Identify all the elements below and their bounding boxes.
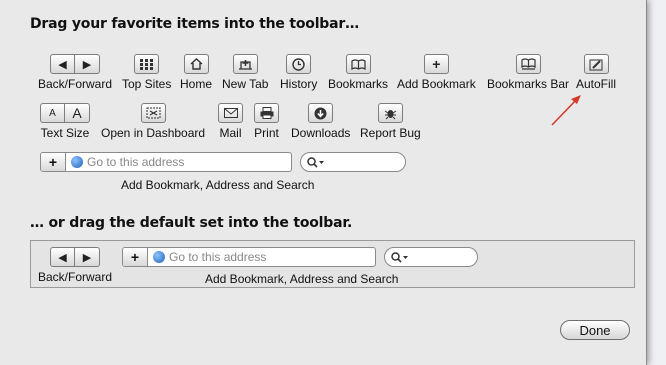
tool-bookmarks-bar[interactable]: Bookmarks Bar	[487, 54, 569, 91]
tool-label: Text Size	[40, 126, 90, 140]
add-bookmark-icon: +	[123, 248, 148, 266]
house-icon	[183, 54, 209, 74]
grid-icon	[134, 54, 160, 74]
default-address-bar: + Go to this address	[122, 247, 376, 267]
customize-toolbar-sheet: Drag your favorite items into the toolba…	[0, 0, 647, 365]
bug-icon	[377, 103, 403, 123]
tool-add-bookmark[interactable]: + Add Bookmark	[397, 54, 476, 91]
book-icon	[345, 54, 371, 74]
plus-icon: +	[423, 54, 449, 74]
tool-label: Report Bug	[360, 126, 421, 140]
globe-icon	[153, 251, 165, 263]
tool-label: Open in Dashboard	[101, 126, 206, 140]
printer-icon	[254, 103, 279, 123]
tool-label: Top Sites	[122, 77, 172, 91]
address-placeholder: Go to this address	[87, 155, 185, 169]
tool-new-tab[interactable]: New Tab	[222, 54, 268, 91]
tool-label: Print	[254, 126, 279, 140]
back-icon: ◀	[50, 54, 76, 74]
back-icon: ◀	[50, 247, 76, 267]
default-back-forward-label: Back/Forward	[38, 270, 113, 284]
tool-label: AutoFill	[576, 77, 617, 91]
new-tab-icon	[232, 54, 258, 74]
default-combo-label: Add Bookmark, Address and Search	[205, 272, 399, 286]
tool-label: New Tab	[222, 77, 269, 91]
envelope-icon	[218, 103, 243, 123]
forward-icon: ▶	[75, 54, 101, 74]
tool-text-size[interactable]: AA Text Size	[40, 103, 90, 140]
tool-label: Bookmarks Bar	[487, 77, 570, 91]
tool-open-in-dashboard[interactable]: Open in Dashboard	[101, 103, 205, 140]
search-icon	[391, 251, 408, 263]
tool-autofill[interactable]: AutoFill	[576, 54, 616, 91]
tool-label: Bookmarks	[328, 77, 389, 91]
forward-icon: ▶	[75, 247, 101, 267]
tool-label: History	[280, 77, 318, 91]
address-bar-item[interactable]: + Go to this address	[40, 152, 292, 172]
tool-downloads[interactable]: Downloads	[291, 103, 350, 140]
tool-label: Mail	[219, 126, 242, 140]
sheet-heading-bottom: … or drag the default set into the toolb…	[30, 215, 353, 231]
default-search-field	[384, 247, 478, 267]
globe-icon	[71, 156, 83, 168]
search-icon	[307, 156, 324, 168]
tool-label: Downloads	[291, 126, 351, 140]
tool-history[interactable]: History	[280, 54, 317, 91]
clock-icon	[286, 54, 312, 74]
combo-label: Add Bookmark, Address and Search	[121, 178, 315, 192]
tool-top-sites[interactable]: Top Sites	[122, 54, 171, 91]
done-button[interactable]: Done	[560, 320, 630, 340]
tool-home[interactable]: Home	[180, 54, 212, 91]
text-smaller-icon: A	[40, 103, 65, 123]
tool-label: Add Bookmark	[397, 77, 476, 91]
sheet-heading-top: Drag your favorite items into the toolba…	[30, 16, 359, 32]
text-bigger-icon: A	[65, 103, 90, 123]
tool-label: Back/Forward	[38, 77, 113, 91]
default-address-placeholder: Go to this address	[169, 250, 267, 264]
pencil-icon	[583, 54, 609, 74]
tool-bookmarks[interactable]: Bookmarks	[328, 54, 388, 91]
download-icon	[308, 103, 334, 123]
tool-back-forward[interactable]: ◀ ▶ Back/Forward	[38, 54, 112, 91]
add-bookmark-icon: +	[41, 153, 66, 171]
tool-report-bug[interactable]: Report Bug	[360, 103, 421, 140]
tool-label: Home	[180, 77, 213, 91]
tool-print[interactable]: Print	[254, 103, 279, 140]
scissors-icon	[140, 103, 166, 123]
tool-mail[interactable]: Mail	[218, 103, 243, 140]
annotation-arrow-icon	[551, 95, 581, 126]
book-icon	[515, 54, 541, 74]
default-back-forward: ◀ ▶ Back/Forward	[38, 247, 112, 284]
search-field-item[interactable]	[300, 152, 406, 172]
